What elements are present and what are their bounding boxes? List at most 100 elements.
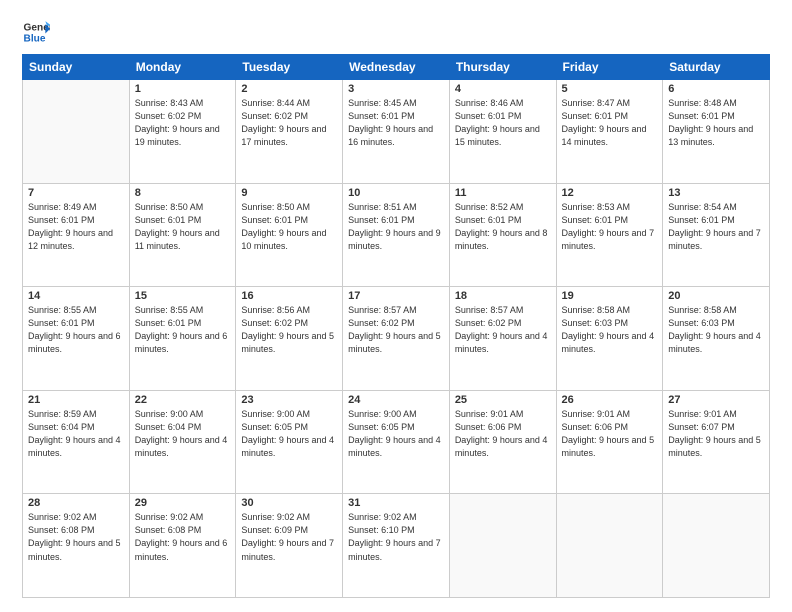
calendar-cell: 30 Sunrise: 9:02 AMSunset: 6:09 PMDayligh… [236, 494, 343, 598]
day-number: 20 [668, 290, 764, 302]
calendar-cell [556, 494, 663, 598]
day-number: 13 [668, 187, 764, 199]
day-info: Sunrise: 9:01 AMSunset: 6:06 PMDaylight:… [455, 408, 551, 460]
week-row-3: 21 Sunrise: 8:59 AMSunset: 6:04 PMDayligh… [23, 390, 770, 494]
day-info: Sunrise: 8:46 AMSunset: 6:01 PMDaylight:… [455, 97, 551, 149]
weekday-header-friday: Friday [556, 55, 663, 80]
calendar-cell: 26 Sunrise: 9:01 AMSunset: 6:06 PMDayligh… [556, 390, 663, 494]
day-info: Sunrise: 9:00 AMSunset: 6:04 PMDaylight:… [135, 408, 231, 460]
day-info: Sunrise: 9:01 AMSunset: 6:07 PMDaylight:… [668, 408, 764, 460]
page: General Blue SundayMondayTuesdayWednesda… [0, 0, 792, 612]
calendar-cell: 23 Sunrise: 9:00 AMSunset: 6:05 PMDayligh… [236, 390, 343, 494]
day-number: 8 [135, 187, 231, 199]
day-info: Sunrise: 8:52 AMSunset: 6:01 PMDaylight:… [455, 201, 551, 253]
day-info: Sunrise: 8:47 AMSunset: 6:01 PMDaylight:… [562, 97, 658, 149]
calendar-cell: 24 Sunrise: 9:00 AMSunset: 6:05 PMDayligh… [343, 390, 450, 494]
day-number: 26 [562, 394, 658, 406]
calendar-cell: 14Sunrise: 8:55 AMSunset: 6:01 PMDayligh… [23, 287, 130, 391]
week-row-1: 7 Sunrise: 8:49 AMSunset: 6:01 PMDaylight… [23, 183, 770, 287]
day-info: Sunrise: 8:55 AMSunset: 6:01 PMDaylight:… [135, 304, 231, 356]
calendar-cell: 21 Sunrise: 8:59 AMSunset: 6:04 PMDayligh… [23, 390, 130, 494]
day-number: 30 [241, 497, 337, 509]
day-info: Sunrise: 8:45 AMSunset: 6:01 PMDaylight:… [348, 97, 444, 149]
day-info: Sunrise: 8:43 AMSunset: 6:02 PMDaylight:… [135, 97, 231, 149]
day-number: 1 [135, 83, 231, 95]
day-number: 10 [348, 187, 444, 199]
calendar-cell: 20Sunrise: 8:58 AMSunset: 6:03 PMDayligh… [663, 287, 770, 391]
weekday-header-monday: Monday [129, 55, 236, 80]
day-info: Sunrise: 8:56 AMSunset: 6:02 PMDaylight:… [241, 304, 337, 356]
day-number: 28 [28, 497, 124, 509]
day-info: Sunrise: 8:50 AMSunset: 6:01 PMDaylight:… [241, 201, 337, 253]
calendar-cell: 9Sunrise: 8:50 AMSunset: 6:01 PMDaylight… [236, 183, 343, 287]
day-info: Sunrise: 9:01 AMSunset: 6:06 PMDaylight:… [562, 408, 658, 460]
calendar-cell [449, 494, 556, 598]
day-info: Sunrise: 9:02 AMSunset: 6:08 PMDaylight:… [28, 511, 124, 563]
calendar-cell: 15Sunrise: 8:55 AMSunset: 6:01 PMDayligh… [129, 287, 236, 391]
logo-icon: General Blue [22, 18, 50, 46]
calendar-cell: 19 Sunrise: 8:58 AMSunset: 6:03 PMDayligh… [556, 287, 663, 391]
day-info: Sunrise: 8:54 AMSunset: 6:01 PMDaylight:… [668, 201, 764, 253]
calendar-cell: 31 Sunrise: 9:02 AMSunset: 6:10 PMDayligh… [343, 494, 450, 598]
day-number: 31 [348, 497, 444, 509]
calendar-cell: 29 Sunrise: 9:02 AMSunset: 6:08 PMDayligh… [129, 494, 236, 598]
day-number: 7 [28, 187, 124, 199]
svg-text:Blue: Blue [24, 33, 46, 44]
weekday-header-tuesday: Tuesday [236, 55, 343, 80]
day-number: 27 [668, 394, 764, 406]
week-row-4: 28 Sunrise: 9:02 AMSunset: 6:08 PMDayligh… [23, 494, 770, 598]
calendar-cell: 18Sunrise: 8:57 AMSunset: 6:02 PMDayligh… [449, 287, 556, 391]
day-info: Sunrise: 8:55 AMSunset: 6:01 PMDaylight:… [28, 304, 124, 356]
header: General Blue [22, 18, 770, 46]
calendar-cell [23, 80, 130, 184]
day-info: Sunrise: 9:02 AMSunset: 6:09 PMDaylight:… [241, 511, 337, 563]
day-number: 6 [668, 83, 764, 95]
calendar-cell: 10 Sunrise: 8:51 AMSunset: 6:01 PMDayligh… [343, 183, 450, 287]
calendar-cell: 3 Sunrise: 8:45 AMSunset: 6:01 PMDaylight… [343, 80, 450, 184]
day-info: Sunrise: 9:02 AMSunset: 6:10 PMDaylight:… [348, 511, 444, 563]
day-info: Sunrise: 8:58 AMSunset: 6:03 PMDaylight:… [562, 304, 658, 356]
day-info: Sunrise: 9:02 AMSunset: 6:08 PMDaylight:… [135, 511, 231, 563]
day-number: 16 [241, 290, 337, 302]
weekday-header-thursday: Thursday [449, 55, 556, 80]
calendar-table: SundayMondayTuesdayWednesdayThursdayFrid… [22, 54, 770, 598]
calendar-cell [663, 494, 770, 598]
day-number: 3 [348, 83, 444, 95]
day-number: 5 [562, 83, 658, 95]
day-info: Sunrise: 9:00 AMSunset: 6:05 PMDaylight:… [241, 408, 337, 460]
day-number: 19 [562, 290, 658, 302]
day-number: 23 [241, 394, 337, 406]
calendar-cell: 17 Sunrise: 8:57 AMSunset: 6:02 PMDayligh… [343, 287, 450, 391]
day-number: 11 [455, 187, 551, 199]
calendar-cell: 2 Sunrise: 8:44 AMSunset: 6:02 PMDaylight… [236, 80, 343, 184]
weekday-header-sunday: Sunday [23, 55, 130, 80]
day-number: 29 [135, 497, 231, 509]
calendar-cell: 25 Sunrise: 9:01 AMSunset: 6:06 PMDayligh… [449, 390, 556, 494]
calendar-cell: 6 Sunrise: 8:48 AMSunset: 6:01 PMDaylight… [663, 80, 770, 184]
day-info: Sunrise: 8:44 AMSunset: 6:02 PMDaylight:… [241, 97, 337, 149]
calendar-cell: 13 Sunrise: 8:54 AMSunset: 6:01 PMDayligh… [663, 183, 770, 287]
calendar-cell: 4Sunrise: 8:46 AMSunset: 6:01 PMDaylight… [449, 80, 556, 184]
day-number: 25 [455, 394, 551, 406]
day-number: 22 [135, 394, 231, 406]
calendar-cell: 1 Sunrise: 8:43 AMSunset: 6:02 PMDaylight… [129, 80, 236, 184]
day-number: 17 [348, 290, 444, 302]
day-info: Sunrise: 8:51 AMSunset: 6:01 PMDaylight:… [348, 201, 444, 253]
calendar-cell: 8 Sunrise: 8:50 AMSunset: 6:01 PMDaylight… [129, 183, 236, 287]
day-info: Sunrise: 8:59 AMSunset: 6:04 PMDaylight:… [28, 408, 124, 460]
calendar-cell: 27 Sunrise: 9:01 AMSunset: 6:07 PMDayligh… [663, 390, 770, 494]
weekday-header-saturday: Saturday [663, 55, 770, 80]
week-row-2: 14Sunrise: 8:55 AMSunset: 6:01 PMDayligh… [23, 287, 770, 391]
day-number: 21 [28, 394, 124, 406]
day-number: 12 [562, 187, 658, 199]
day-info: Sunrise: 9:00 AMSunset: 6:05 PMDaylight:… [348, 408, 444, 460]
day-info: Sunrise: 8:48 AMSunset: 6:01 PMDaylight:… [668, 97, 764, 149]
calendar-cell: 12Sunrise: 8:53 AMSunset: 6:01 PMDayligh… [556, 183, 663, 287]
logo: General Blue [22, 18, 50, 46]
day-info: Sunrise: 8:57 AMSunset: 6:02 PMDaylight:… [348, 304, 444, 356]
weekday-header-wednesday: Wednesday [343, 55, 450, 80]
day-info: Sunrise: 8:49 AMSunset: 6:01 PMDaylight:… [28, 201, 124, 253]
day-number: 2 [241, 83, 337, 95]
day-number: 24 [348, 394, 444, 406]
day-info: Sunrise: 8:50 AMSunset: 6:01 PMDaylight:… [135, 201, 231, 253]
